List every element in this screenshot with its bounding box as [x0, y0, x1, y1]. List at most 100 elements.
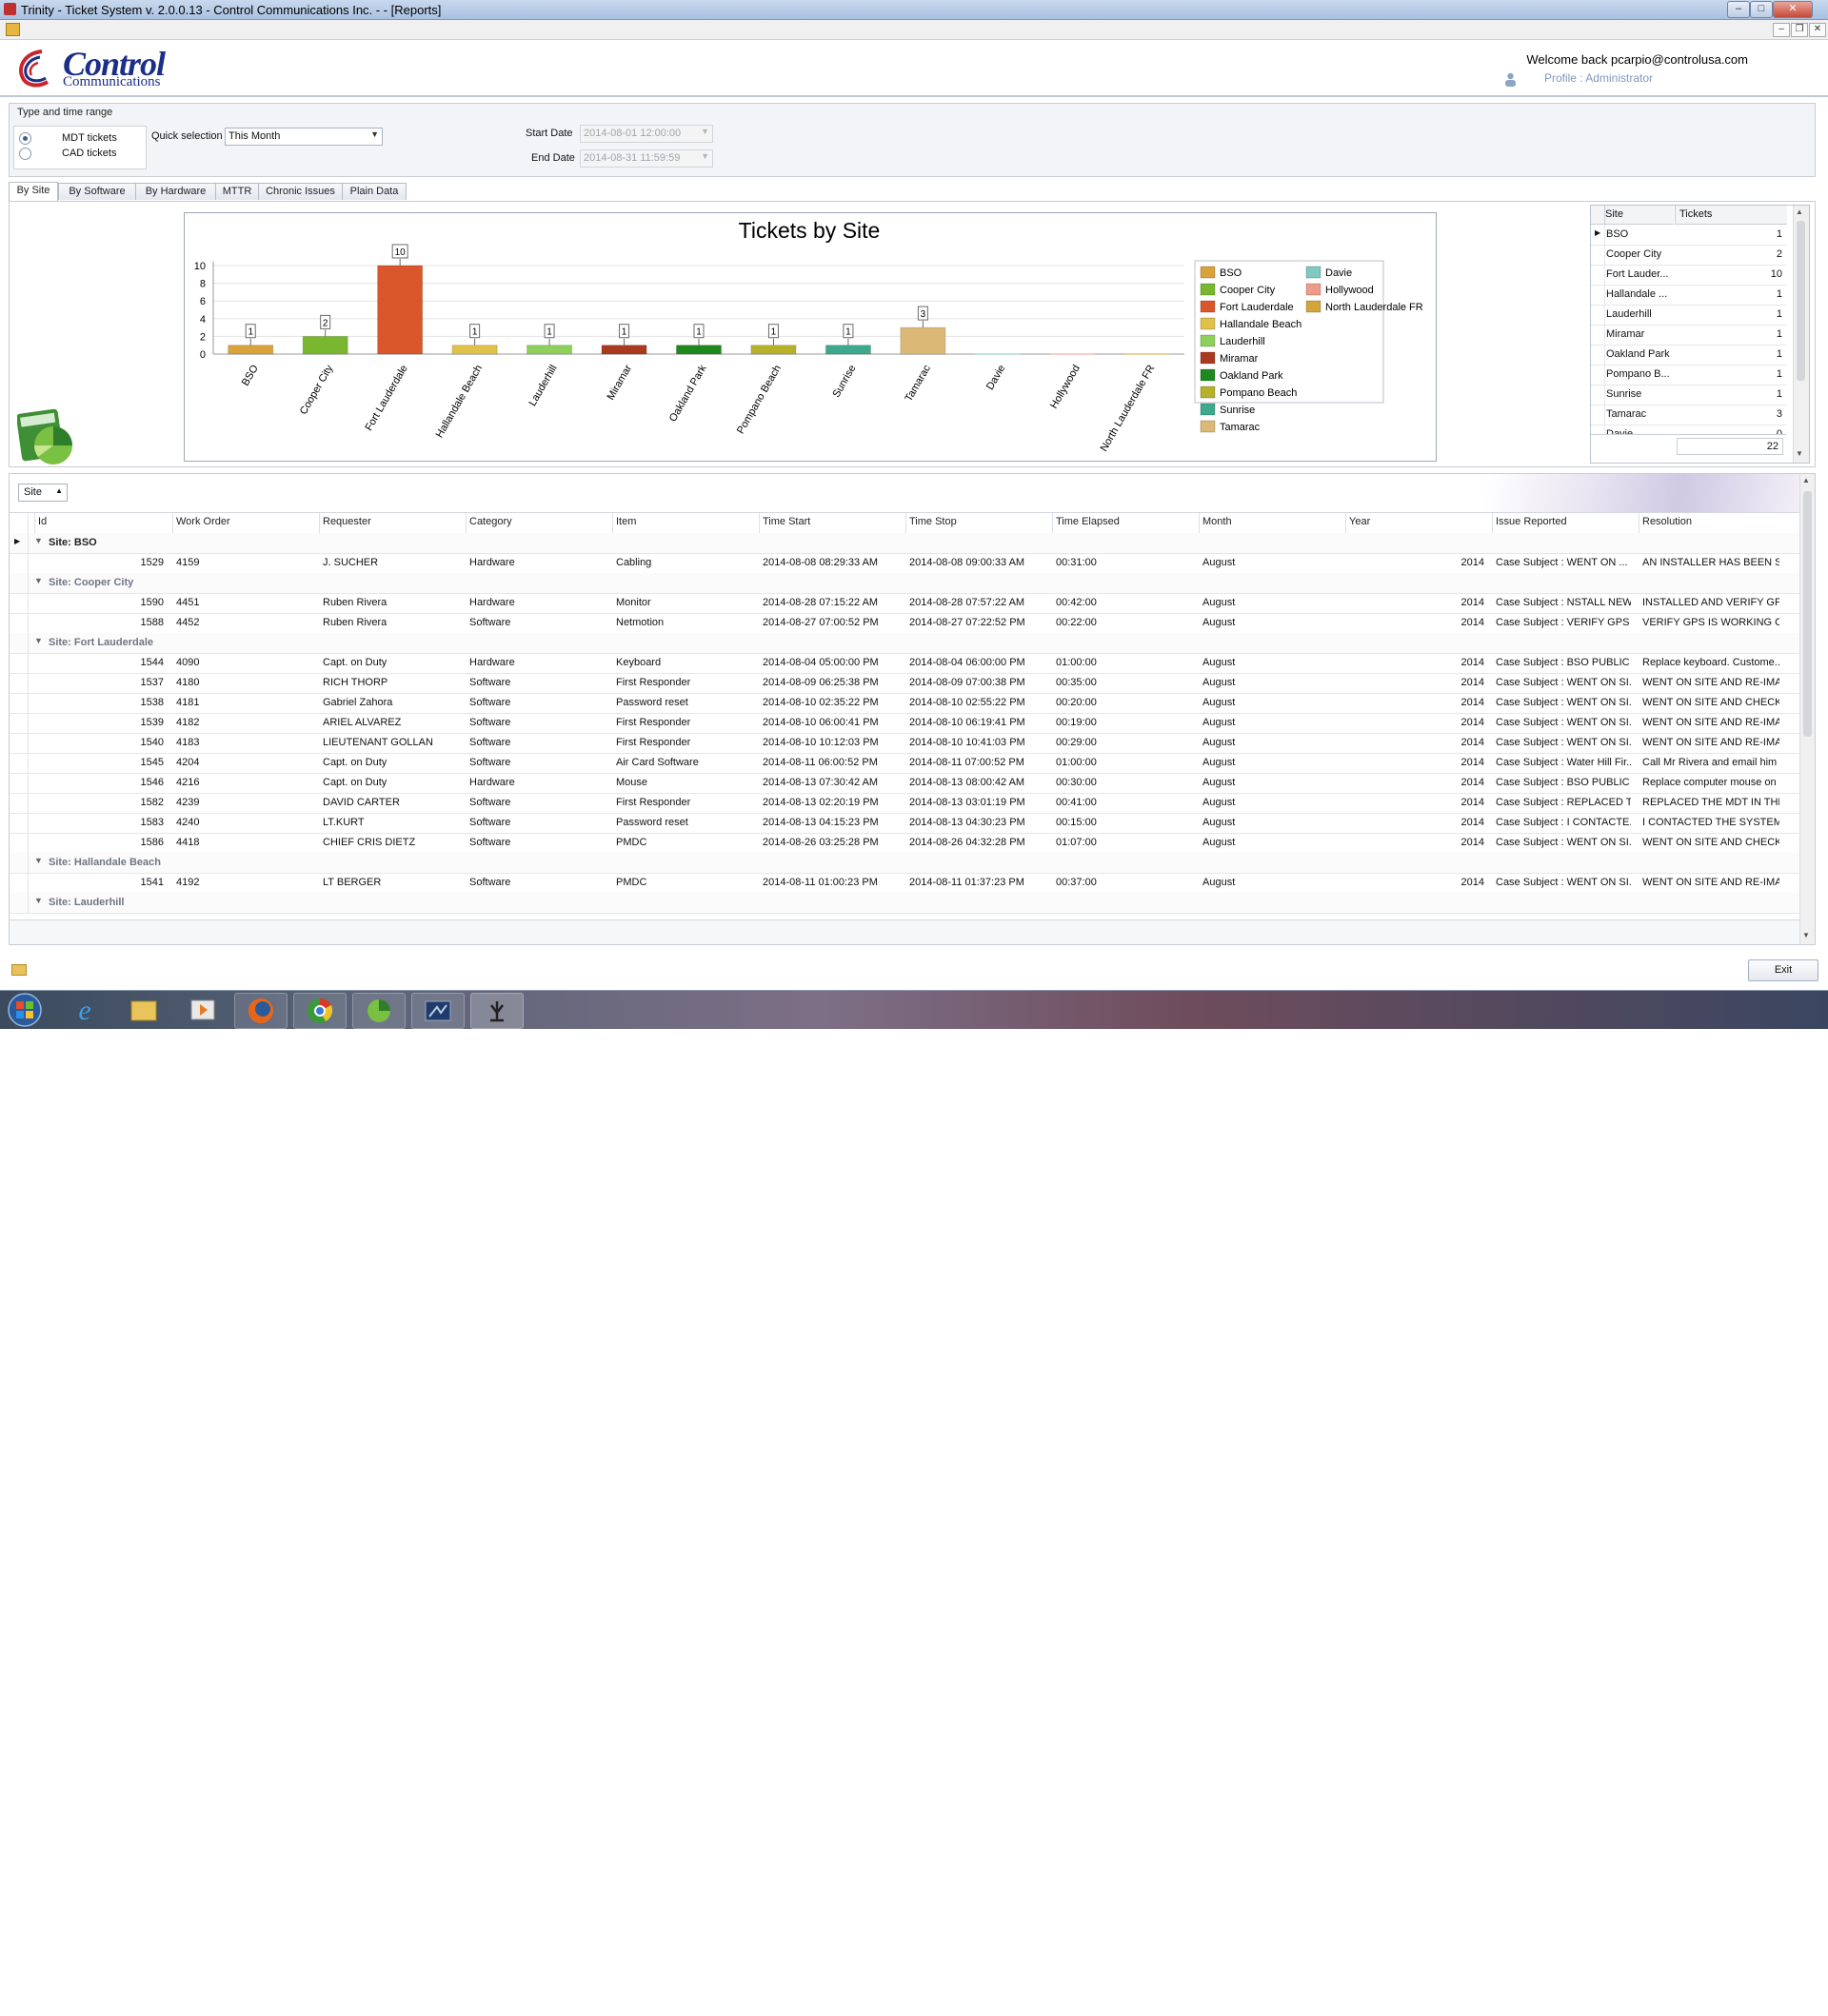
- scroll-thumb[interactable]: [1803, 491, 1812, 737]
- internet-explorer-icon[interactable]: e: [59, 993, 110, 1027]
- tab-by-software[interactable]: By Software: [58, 183, 136, 200]
- row-selector[interactable]: [10, 853, 29, 873]
- row-selector[interactable]: [1591, 285, 1605, 305]
- mdi-close-button[interactable]: ✕: [1809, 23, 1826, 37]
- col-header-time-start[interactable]: Time Start: [763, 516, 810, 527]
- row-selector[interactable]: [10, 773, 29, 793]
- col-header-requester[interactable]: Requester: [323, 516, 371, 527]
- tray-expand-icon[interactable]: ▲: [1626, 1993, 1635, 2003]
- row-selector[interactable]: [1591, 305, 1605, 325]
- summary-scrollbar[interactable]: ▲ ▼: [1793, 206, 1809, 463]
- mdi-minimize-button[interactable]: –: [1773, 23, 1790, 37]
- col-header-issue-reported[interactable]: Issue Reported: [1496, 516, 1567, 527]
- summary-row[interactable]: Cooper City 2: [1591, 245, 1786, 266]
- summary-row[interactable]: ▶ BSO 1: [1591, 225, 1786, 246]
- column-divider[interactable]: [172, 513, 173, 533]
- summary-row[interactable]: Miramar 1: [1591, 325, 1786, 346]
- cad-radio-label[interactable]: CAD tickets: [62, 148, 116, 159]
- col-header-category[interactable]: Category: [469, 516, 512, 527]
- col-header-year[interactable]: Year: [1349, 516, 1370, 527]
- col-tickets-header[interactable]: Tickets: [1675, 206, 1787, 225]
- row-selector[interactable]: [10, 733, 29, 753]
- firefox-icon[interactable]: [234, 993, 288, 1029]
- row-selector[interactable]: [10, 893, 29, 913]
- row-selector[interactable]: [10, 593, 29, 613]
- col-header-resolution[interactable]: Resolution: [1642, 516, 1692, 527]
- table-row[interactable]: 1541 4192 LT BERGER Software PMDC 2014-08-11 …: [10, 873, 1803, 894]
- row-selector[interactable]: [10, 613, 29, 633]
- row-selector[interactable]: [1591, 325, 1605, 345]
- col-header-time-elapsed[interactable]: Time Elapsed: [1056, 516, 1120, 527]
- signal-icon[interactable]: ▂▄▆: [1689, 1993, 1715, 2006]
- row-selector[interactable]: [10, 713, 29, 733]
- minimize-button[interactable]: –: [1727, 1, 1750, 18]
- table-row[interactable]: 1540 4183 LIEUTENANT GOLLAN Software First R…: [10, 733, 1803, 754]
- quick-selection-dropdown[interactable]: This Month ▼: [225, 128, 383, 146]
- row-selector[interactable]: ▶: [10, 533, 29, 553]
- action-center-flag-icon[interactable]: ⚑: [1647, 1993, 1658, 2006]
- column-divider[interactable]: [34, 513, 35, 533]
- chrome-icon[interactable]: [293, 993, 347, 1029]
- table-row[interactable]: 1538 4181 Gabriel Zahora Software Password r…: [10, 693, 1803, 714]
- mdt-radio[interactable]: [19, 132, 31, 145]
- row-selector[interactable]: [1591, 385, 1605, 405]
- start-button-icon[interactable]: [6, 992, 44, 1028]
- bar-hallandale-beach[interactable]: [451, 345, 498, 355]
- table-row[interactable]: 1544 4090 Capt. on Duty Hardware Keyboard 201…: [10, 653, 1803, 674]
- row-selector[interactable]: [10, 833, 29, 853]
- profile-link[interactable]: Profile : Administrator: [1544, 71, 1653, 85]
- summary-row[interactable]: Sunrise 1: [1591, 385, 1786, 405]
- group-by-site-button[interactable]: Site ▲: [18, 484, 68, 502]
- bar-bso[interactable]: [228, 345, 274, 355]
- column-divider[interactable]: [612, 513, 613, 533]
- column-divider[interactable]: [1345, 513, 1346, 533]
- scroll-up-icon[interactable]: ▲: [1802, 476, 1810, 484]
- collapse-toggle-icon[interactable]: ▼: [34, 896, 43, 905]
- summary-row[interactable]: Hallandale ... 1: [1591, 285, 1786, 306]
- bar-tamarac[interactable]: [900, 326, 946, 355]
- column-divider[interactable]: [1052, 513, 1053, 533]
- bar-sunrise[interactable]: [825, 345, 871, 355]
- scroll-up-icon[interactable]: ▲: [1796, 208, 1803, 216]
- row-selector[interactable]: [10, 653, 29, 673]
- tab-plain-data[interactable]: Plain Data: [342, 183, 407, 200]
- summary-row[interactable]: Pompano B... 1: [1591, 365, 1786, 385]
- col-header-work-order[interactable]: Work Order: [176, 516, 230, 527]
- column-divider[interactable]: [1492, 513, 1493, 533]
- column-divider[interactable]: [466, 513, 467, 533]
- bar-lauderhill[interactable]: [527, 345, 573, 355]
- table-row[interactable]: 1537 4180 RICH THORP Software First Responde…: [10, 673, 1803, 694]
- row-selector[interactable]: [10, 873, 29, 893]
- collapse-toggle-icon[interactable]: ▼: [34, 576, 43, 585]
- start-date-picker[interactable]: 2014-08-01 12:00:00 ▼: [580, 125, 713, 143]
- table-row[interactable]: 1590 4451 Ruben Rivera Hardware Monitor 2014-…: [10, 593, 1803, 614]
- table-row[interactable]: 1582 4239 DAVID CARTER Software First Respon…: [10, 793, 1803, 814]
- table-row[interactable]: 1539 4182 ARIEL ALVAREZ Software First Respo…: [10, 713, 1803, 734]
- table-row[interactable]: 1529 4159 J. SUCHER Hardware Cabling 2014-08-…: [10, 553, 1803, 574]
- col-header-time-stop[interactable]: Time Stop: [909, 516, 957, 527]
- col-header-id[interactable]: Id: [38, 516, 47, 527]
- bar-oakland-park[interactable]: [675, 345, 723, 355]
- tab-by-site[interactable]: By Site: [9, 182, 58, 201]
- collapse-toggle-icon[interactable]: ▼: [34, 856, 43, 865]
- row-selector[interactable]: [10, 573, 29, 593]
- summary-row[interactable]: Fort Lauder... 10: [1591, 265, 1786, 286]
- row-selector[interactable]: [10, 813, 29, 833]
- file-explorer-icon[interactable]: [118, 993, 169, 1027]
- trinity-report-icon[interactable]: [352, 993, 406, 1029]
- table-row[interactable]: 1586 4418 CHIEF CRIS DIETZ Software PMDC 2014…: [10, 833, 1803, 854]
- col-header-month[interactable]: Month: [1202, 516, 1232, 527]
- taskbar-clock[interactable]: 2:50 PM 8/28/2014: [1740, 1987, 1801, 2016]
- row-selector[interactable]: [10, 633, 29, 653]
- mdt-radio-label[interactable]: MDT tickets: [62, 132, 117, 144]
- media-player-icon[interactable]: [177, 993, 228, 1027]
- bar-miramar[interactable]: [601, 345, 647, 355]
- mdi-restore-button[interactable]: ❐: [1791, 23, 1808, 37]
- column-divider[interactable]: [1199, 513, 1200, 533]
- row-selector[interactable]: [1591, 345, 1605, 365]
- network-icon[interactable]: ▤: [1668, 1993, 1679, 2006]
- summary-row[interactable]: Oakland Park 1: [1591, 345, 1786, 366]
- bar-cooper-city[interactable]: [302, 335, 348, 355]
- close-button[interactable]: ✕: [1773, 1, 1813, 18]
- exit-button[interactable]: Exit: [1748, 959, 1818, 981]
